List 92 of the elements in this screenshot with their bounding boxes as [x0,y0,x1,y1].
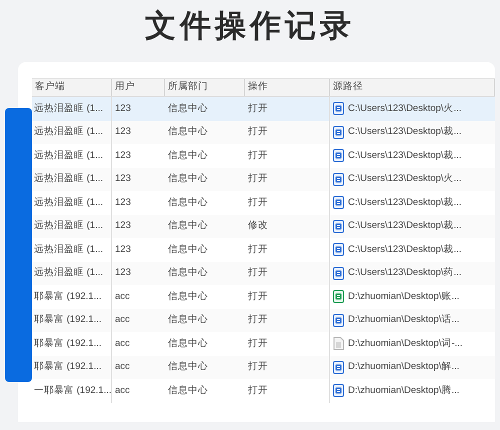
table-cell: acc [115,360,130,374]
table-cell: 耶暴富 (192.1... [34,313,102,328]
table-cell: 远热泪盈眶 (1... [34,148,104,163]
table-cell: 远热泪盈眶 (1... [34,219,104,234]
document-icon [333,266,344,280]
table-cell: 打开 [248,196,268,210]
document-icon [333,126,344,139]
column-header[interactable]: 操作 [245,79,330,96]
path-cell: D:\zhuomian\Desktop\账... [348,290,460,304]
table-cell: acc [115,290,130,304]
table-cell: 123 [115,125,131,140]
document-icon [333,102,344,116]
table-cell: 远热泪盈眶 (1... [34,196,104,210]
table-cell: 信息中心 [168,125,208,140]
page-title: 文件操作记录 [144,7,356,46]
table-row[interactable]: 远热泪盈眶 (1... 123 信息中心 打开 C:\Users\123\Desktop\药... [32,262,495,285]
document-icon [333,314,344,327]
table-cell: 耶暴富 (192.1... [34,290,102,304]
document-icon [333,149,344,162]
table-cell: 123 [115,172,131,186]
table-row[interactable]: 远热泪盈眶 (1... 123 信息中心 修改 C:\Users\123\Desktop\裁... [32,214,495,238]
path-cell: C:\Users\123\Desktop\裁... [348,219,462,234]
table-cell: 耶暴富 (192.1... [34,336,102,351]
document-icon [333,220,344,233]
table-cell: 信息中心 [168,360,208,374]
table-cell: 打开 [248,290,268,304]
selected-row[interactable]: 远热泪盈眶 (1... 123 信息中心 打开 C:\Users\123\Desktop\火... [32,97,495,120]
table-cell: 远热泪盈眶 (1... [34,242,104,257]
column-header[interactable]: 所属部门 [165,79,245,96]
table-cell: 信息中心 [168,148,208,163]
table-cell: 远热泪盈眶 (1... [34,125,104,140]
table-row[interactable]: 远热泪盈眶 (1... 123 信息中心 打开 C:\Users\123\Desktop\裁... [32,120,495,144]
table-cell: 修改 [248,219,268,234]
table-cell: 信息中心 [168,290,208,304]
path-cell: D:\zhuomian\Desktop\词-... [348,336,463,351]
path-cell: D:\zhuomian\Desktop\话... [348,313,460,328]
table-cell: 打开 [248,172,268,186]
column-header[interactable]: 用户 [112,79,165,96]
document-icon [333,360,344,374]
document-icon [333,384,344,398]
column-header[interactable]: 客户端 [32,79,112,96]
table-cell: 信息中心 [168,384,208,398]
table-cell: 打开 [248,148,268,163]
table-cell: 信息中心 [168,242,208,257]
table-cell: 远热泪盈眶 (1... [34,172,104,186]
spreadsheet-icon [333,290,344,304]
table-cell: 123 [115,266,131,280]
table-cell: 信息中心 [168,172,208,186]
path-cell: D:\zhuomian\Desktop\腾... [348,384,460,398]
table-cell: 信息中心 [168,219,208,234]
table-cell: 打开 [248,336,268,351]
column-header[interactable]: 源路径 [330,79,495,96]
path-cell: C:\Users\123\Desktop\药... [348,266,462,280]
table-cell: 123 [115,196,131,210]
table-cell: 远热泪盈眶 (1... [34,102,104,116]
table-row[interactable]: 耶暴富 (192.1... acc 信息中心 打开 D:\zhuomian\Desktop\话... [32,308,495,332]
table-cell: acc [115,336,130,351]
document-icon [333,243,344,256]
table-cell: 打开 [248,266,268,280]
table-cell: 打开 [248,125,268,140]
path-cell: D:\zhuomian\Desktop\解... [348,360,460,374]
document-icon [333,196,344,210]
table-row[interactable]: 耶暴富 (192.1... acc 信息中心 打开 D:\zhuomian\Desktop\解... [32,356,495,379]
table-row[interactable]: 一耶暴富 (192.1... acc 信息中心 打开 D:\zhuomian\Desktop\腾... [32,379,495,402]
table-cell: 信息中心 [168,196,208,210]
path-cell: C:\Users\123\Desktop\裁... [348,196,462,210]
table-cell: 打开 [248,384,268,398]
document-icon [333,172,344,186]
path-cell: C:\Users\123\Desktop\火... [348,172,462,186]
path-cell: C:\Users\123\Desktop\裁... [348,242,462,257]
table-cell: 信息中心 [168,266,208,280]
table-cell: 打开 [248,242,268,257]
table-cell: 123 [115,148,131,163]
table-cell: 打开 [248,102,268,116]
table-cell: 信息中心 [168,102,208,116]
path-cell: C:\Users\123\Desktop\裁... [348,125,462,140]
table-cell: 信息中心 [168,336,208,351]
table-cell: 123 [115,102,131,116]
table-cell: 信息中心 [168,313,208,328]
file-icon [333,337,344,350]
table-cell: 耶暴富 (192.1... [34,360,102,374]
table-cell: 打开 [248,360,268,374]
table-cell: acc [115,313,130,328]
table-cell: 123 [115,242,131,257]
table-cell: 打开 [248,313,268,328]
table-cell: 123 [115,219,131,234]
table-cell: 一耶暴富 (192.1... [34,384,112,398]
table-row[interactable]: 远热泪盈眶 (1... 123 信息中心 打开 C:\Users\123\Desktop\火... [32,168,495,191]
path-cell: C:\Users\123\Desktop\火... [348,102,462,116]
path-cell: C:\Users\123\Desktop\裁... [348,148,462,163]
table-cell: 远热泪盈眶 (1... [34,266,104,280]
table-cell: acc [115,384,130,398]
